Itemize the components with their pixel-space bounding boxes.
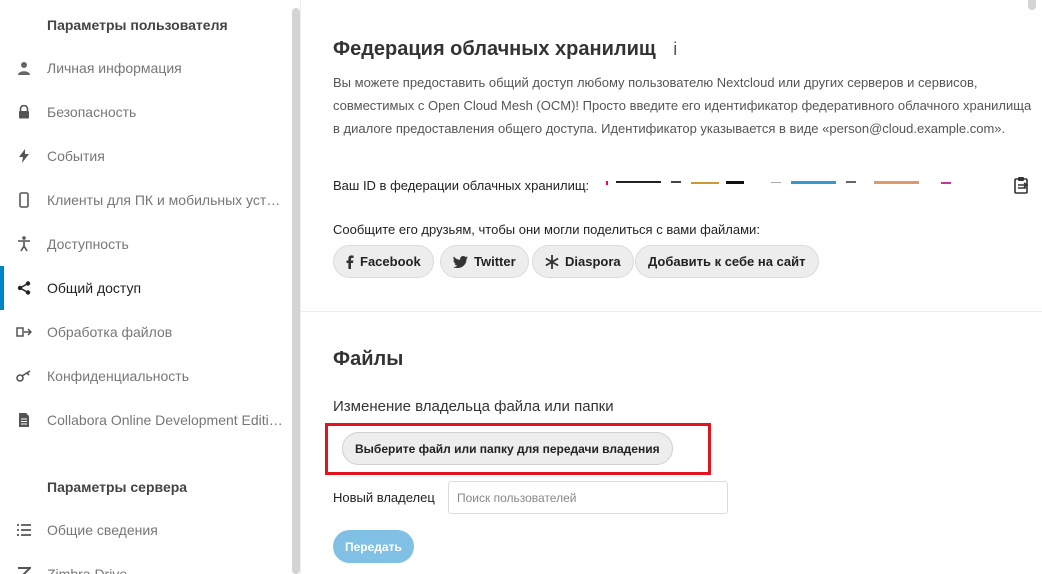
transfer-button[interactable]: Передать: [333, 530, 414, 563]
sidebar-item-sharing[interactable]: Общий доступ: [0, 266, 292, 310]
sidebar-item-label: Обработка файлов: [47, 324, 173, 340]
sidebar-item-label: Клиенты для ПК и мобильных устройств: [47, 192, 283, 208]
new-owner-label: Новый владелец: [333, 490, 435, 505]
choose-file-button[interactable]: Выберите файл или папку для передачи вла…: [342, 432, 673, 465]
settings-content: Федерация облачных хранилищ i Вы можете …: [300, 0, 1042, 574]
user-settings-heading: Параметры пользователя: [47, 17, 228, 33]
zimbra-icon: [16, 566, 32, 574]
diaspora-icon: [545, 254, 559, 269]
sidebar-item-label: Доступность: [47, 236, 129, 252]
section-divider: [301, 311, 1042, 312]
twitter-share-button[interactable]: Twitter: [440, 245, 529, 278]
list-icon: [16, 522, 32, 538]
sidebar-item-personal-info[interactable]: Личная информация: [0, 46, 292, 90]
settings-app: Параметры пользователя Личная информация…: [0, 0, 1042, 574]
lightning-icon: [16, 148, 32, 164]
files-section-title: Файлы: [333, 348, 404, 370]
phone-icon: [16, 192, 32, 208]
sidebar-item-accessibility[interactable]: Доступность: [0, 222, 292, 266]
workflow-icon: [16, 324, 32, 340]
federated-id-value[interactable]: [606, 178, 956, 188]
sidebar-item-privacy[interactable]: Конфиденциальность: [0, 354, 292, 398]
sidebar-item-label: Безопасность: [47, 104, 137, 120]
sidebar-item-security[interactable]: Безопасность: [0, 90, 292, 134]
sidebar-item-overview[interactable]: Общие сведения: [0, 508, 292, 552]
sidebar-item-clients[interactable]: Клиенты для ПК и мобильных устройств: [0, 178, 292, 222]
user-search-input[interactable]: [448, 481, 728, 514]
sidebar-item-label: Zimbra Drive: [47, 566, 128, 574]
server-settings-heading: Параметры сервера: [47, 479, 188, 495]
sidebar-item-label: События: [47, 148, 105, 164]
twitter-icon: [453, 255, 468, 268]
sidebar-item-label: Общий доступ: [47, 280, 142, 296]
diaspora-share-button[interactable]: Diaspora: [532, 245, 634, 278]
share-prompt: Сообщите его друзьям, чтобы они могли по…: [333, 222, 760, 237]
federation-description: Вы можете предоставить общий доступ любо…: [333, 75, 1032, 136]
facebook-share-button[interactable]: Facebook: [333, 245, 434, 278]
content-scrollbar[interactable]: [1028, 0, 1036, 10]
add-to-website-button[interactable]: Добавить к себе на сайт: [635, 245, 819, 278]
facebook-icon: [346, 254, 354, 269]
clipboard-icon[interactable]: [1014, 176, 1030, 199]
ownership-transfer-label: Изменение владельца файла или папки: [333, 398, 614, 415]
sidebar-scrollbar[interactable]: [292, 8, 300, 574]
key-icon: [16, 368, 32, 384]
lock-icon: [16, 104, 32, 120]
document-icon: [16, 412, 32, 428]
info-icon[interactable]: i: [673, 39, 677, 59]
share-icon: [16, 280, 32, 296]
sidebar-item-label: Личная информация: [47, 60, 182, 76]
federation-section-title: Федерация облачных хранилищ i: [333, 38, 678, 60]
sidebar-item-label: Конфиденциальность: [47, 368, 190, 384]
sidebar-item-label: Общие сведения: [47, 522, 158, 538]
federated-id-label: Ваш ID в федерации облачных хранилищ:: [333, 178, 590, 193]
sidebar-item-label: Collabora Online Development Edition: [47, 412, 283, 428]
sidebar-item-workflow[interactable]: Обработка файлов: [0, 310, 292, 354]
sidebar-item-zimbra-drive[interactable]: Zimbra Drive: [0, 552, 292, 574]
sidebar-item-collabora[interactable]: Collabora Online Development Edition: [0, 398, 292, 442]
settings-sidebar: Параметры пользователя Личная информация…: [0, 0, 300, 574]
sidebar-item-activity[interactable]: События: [0, 134, 292, 178]
accessibility-icon: [16, 236, 32, 252]
user-icon: [16, 60, 32, 76]
federated-id-row: Ваш ID в федерации облачных хранилищ:: [333, 178, 589, 193]
